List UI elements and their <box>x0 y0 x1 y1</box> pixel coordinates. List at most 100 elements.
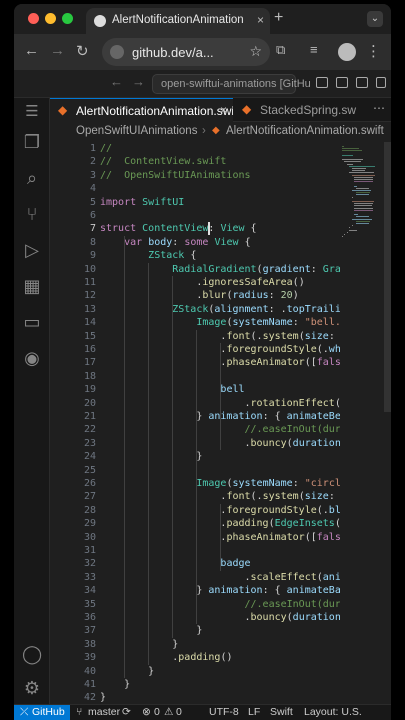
code-line[interactable]: // OpenSwiftUIAnimations <box>100 169 251 183</box>
github-view-icon[interactable]: ◉ <box>22 348 42 368</box>
line-number: 20 <box>83 397 96 409</box>
code-line[interactable]: badge <box>100 557 250 571</box>
swift-file-icon: ◆ <box>242 102 252 116</box>
extensions-view-icon[interactable]: ▦ <box>22 276 42 296</box>
customize-layout-icon[interactable] <box>376 77 386 88</box>
code-line[interactable]: // <box>100 142 112 156</box>
language-mode[interactable]: Swift <box>270 706 293 718</box>
code-line[interactable]: ZStack { <box>100 249 196 263</box>
editor-tab-active[interactable]: ◆ AlertNotificationAnimation.swift × <box>50 98 233 122</box>
code-line[interactable]: Image(systemName: "circle.fi <box>100 477 340 491</box>
forward-arrow-icon[interactable]: → <box>50 42 65 59</box>
toggle-sidebar-icon[interactable] <box>316 77 328 88</box>
code-line[interactable]: Image(systemName: "bell.fill" <box>100 316 340 330</box>
back-arrow-icon[interactable]: ← <box>24 42 39 59</box>
code-editor[interactable]: 1 2 3 4 5 6 7 8 9 10 11 12 13 14 15 16 17 18 19 20 21 22 23 24 2… <box>50 142 391 704</box>
code-line[interactable]: .blur(radius: 20) <box>100 289 298 303</box>
code-line[interactable]: var body: some View { <box>100 236 251 250</box>
sync-icon[interactable]: ⟳ <box>122 706 131 718</box>
command-center[interactable]: open-swiftui-animations [GitHu <box>152 74 311 94</box>
source-control-icon[interactable]: ⑂ <box>22 204 42 224</box>
code-area[interactable]: //// ContentView.swift// OpenSwiftUIAnim… <box>100 142 340 704</box>
minimap-line <box>342 159 363 161</box>
site-settings-icon[interactable] <box>110 45 124 59</box>
code-line[interactable]: struct ContentView: View { <box>100 222 257 236</box>
code-line[interactable]: //.easeInOut(dura <box>100 598 341 612</box>
code-line[interactable]: import SwiftUI <box>100 196 184 210</box>
code-line[interactable]: } <box>100 665 154 679</box>
minimap-line <box>351 201 374 202</box>
code-line[interactable]: .font(.system(size: 128) <box>100 330 340 344</box>
warning-count[interactable]: 0 <box>176 706 182 718</box>
close-editor-icon[interactable]: × <box>220 103 227 117</box>
new-tab-button[interactable]: + <box>274 9 283 27</box>
branch-name[interactable]: master <box>88 706 120 718</box>
breadcrumb-folder[interactable]: OpenSwiftUIAnimations <box>76 125 197 137</box>
search-icon[interactable]: ⌕ <box>22 168 42 188</box>
code-line[interactable]: // ContentView.swift <box>100 155 226 169</box>
browser-menu-icon[interactable]: ⋮ <box>366 42 381 60</box>
explorer-icon[interactable]: ❐ <box>22 132 42 152</box>
line-number: 17 <box>83 357 96 369</box>
error-count[interactable]: 0 <box>154 706 160 718</box>
minimap-line <box>351 190 371 191</box>
minimize-window-button[interactable] <box>45 13 56 24</box>
minimap-line <box>351 170 366 172</box>
code-line[interactable]: } <box>100 691 106 704</box>
nav-forward-icon[interactable]: → <box>132 74 145 89</box>
code-line[interactable]: RadialGradient(gradient: Gradien <box>100 263 340 277</box>
browser-tab-title: AlertNotificationAnimation.swift <box>112 14 244 26</box>
maximize-window-button[interactable] <box>62 13 73 24</box>
browser-tab[interactable]: AlertNotificationAnimation.swift × <box>86 8 270 34</box>
editor-tab-inactive[interactable]: ◆ StackedSpring.sw <box>234 98 364 122</box>
minimap-line <box>351 196 353 198</box>
line-number: 37 <box>83 625 96 637</box>
nav-back-icon[interactable]: ← <box>110 74 123 89</box>
line-number: 30 <box>83 531 96 543</box>
extensions-icon[interactable]: ⧉ <box>276 42 285 58</box>
accounts-icon[interactable]: ◯ <box>22 644 42 664</box>
breadcrumb-file[interactable]: AlertNotificationAnimation.swift <box>226 125 384 137</box>
remote-label: GitHub <box>32 706 65 718</box>
media-controls-icon[interactable]: ≡ <box>310 42 318 57</box>
toggle-secondary-sidebar-icon[interactable] <box>356 77 368 88</box>
code-line[interactable]: .scaleEffect(ani <box>100 571 340 585</box>
vertical-scrollbar[interactable] <box>384 142 391 412</box>
code-line[interactable]: } animation: { animateBac <box>100 584 340 598</box>
remote-indicator[interactable]: ⤫ GitHub <box>14 705 70 720</box>
minimap-line <box>354 205 373 207</box>
code-line[interactable]: .padding() <box>100 651 232 665</box>
keyboard-layout[interactable]: Layout: U.S. <box>304 706 362 718</box>
code-line[interactable]: .ignoresSafeArea() <box>100 276 304 290</box>
menu-icon[interactable]: ☰ <box>22 102 42 122</box>
code-line[interactable]: ZStack(alignment: .topTrailing) <box>100 303 340 317</box>
profile-avatar[interactable] <box>338 43 356 61</box>
editor-tab-label: AlertNotificationAnimation.swift <box>76 104 233 118</box>
reload-icon[interactable]: ↻ <box>76 42 89 60</box>
close-window-button[interactable] <box>28 13 39 24</box>
manage-gear-icon[interactable]: ⚙ <box>22 678 42 698</box>
toggle-panel-icon[interactable] <box>336 77 348 88</box>
minimap-line <box>349 229 358 231</box>
code-line[interactable]: } <box>100 624 202 638</box>
line-number: 25 <box>83 464 96 476</box>
remote-explorer-icon[interactable]: ▭ <box>22 312 42 332</box>
run-debug-icon[interactable]: ▷ <box>22 240 42 260</box>
minimap[interactable] <box>342 142 382 242</box>
code-line[interactable]: } <box>100 450 202 464</box>
code-line[interactable]: .font(.system(size: 128/ <box>100 490 340 504</box>
end-of-line[interactable]: LF <box>248 706 260 718</box>
tab-search-button[interactable]: ⌄ <box>367 11 383 27</box>
encoding[interactable]: UTF-8 <box>209 706 239 718</box>
minimap-line <box>346 163 354 165</box>
more-actions-icon[interactable]: ⋯ <box>373 101 385 115</box>
address-bar[interactable]: github.dev/a... ☆ <box>102 38 270 66</box>
close-tab-icon[interactable]: × <box>257 13 264 27</box>
minimap-line <box>351 174 375 176</box>
code-line[interactable]: } <box>100 678 130 692</box>
code-line[interactable]: .bouncy(duration <box>100 611 340 625</box>
bookmark-star-icon[interactable]: ☆ <box>249 43 262 60</box>
code-line[interactable]: } <box>100 638 178 652</box>
browser-window: AlertNotificationAnimation.swift × + ⌄ ←… <box>14 4 391 720</box>
indent-guide <box>124 235 126 678</box>
